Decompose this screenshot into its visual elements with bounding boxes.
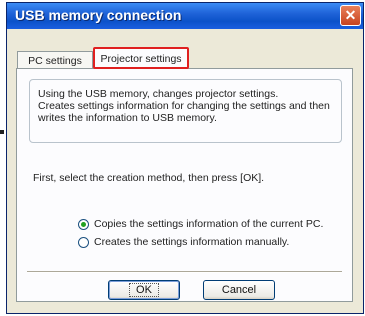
divider	[27, 271, 342, 273]
info-line: writes the information to USB memory.	[38, 112, 217, 124]
tab-projector-settings[interactable]: Projector settings	[93, 47, 189, 69]
cancel-button[interactable]: Cancel	[203, 280, 275, 300]
ok-button[interactable]: OK	[108, 280, 180, 300]
info-line: Creates settings information for changin…	[38, 100, 330, 112]
info-box: Using the USB memory, changes projector …	[29, 79, 342, 143]
option-copy-current-pc[interactable]: Copies the settings information of the c…	[78, 217, 323, 231]
radio-button-unchecked[interactable]	[78, 236, 89, 248]
close-icon: ✕	[344, 7, 357, 23]
ok-button-label: OK	[129, 283, 159, 297]
title-bar: USB memory connection ✕	[7, 3, 363, 29]
tab-panel: Using the USB memory, changes projector …	[16, 68, 353, 302]
close-button[interactable]: ✕	[340, 5, 361, 26]
option-label[interactable]: Copies the settings information of the c…	[94, 218, 323, 230]
radio-button-checked[interactable]	[78, 218, 89, 230]
option-create-manually[interactable]: Creates the settings information manuall…	[78, 235, 289, 249]
window-title: USB memory connection	[15, 7, 182, 23]
tab-pc-settings[interactable]: PC settings	[17, 51, 93, 69]
option-label[interactable]: Creates the settings information manuall…	[94, 236, 289, 248]
info-line: Using the USB memory, changes projector …	[38, 88, 279, 100]
bullet-dot	[0, 130, 4, 134]
instruction-text: First, select the creation method, then …	[33, 172, 265, 184]
dialog-window: USB memory connection ✕ PC settings Proj…	[6, 2, 364, 314]
